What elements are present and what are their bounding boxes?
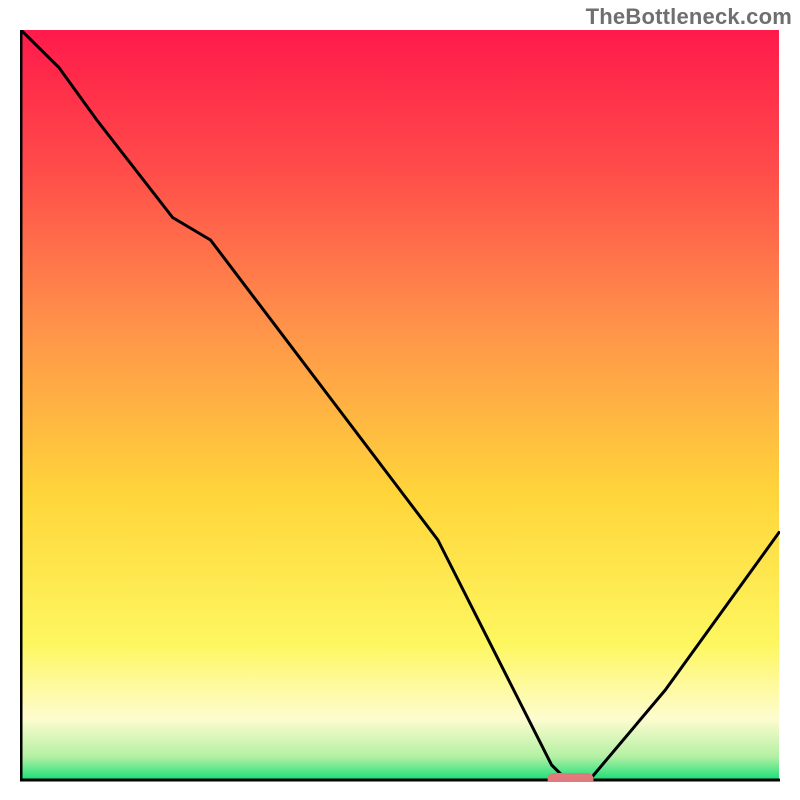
watermark-text: TheBottleneck.com bbox=[586, 4, 792, 30]
chart-stage: TheBottleneck.com bbox=[0, 0, 800, 800]
gradient-background bbox=[21, 30, 779, 779]
optimum-marker bbox=[548, 773, 594, 782]
bottleneck-chart bbox=[20, 30, 780, 782]
